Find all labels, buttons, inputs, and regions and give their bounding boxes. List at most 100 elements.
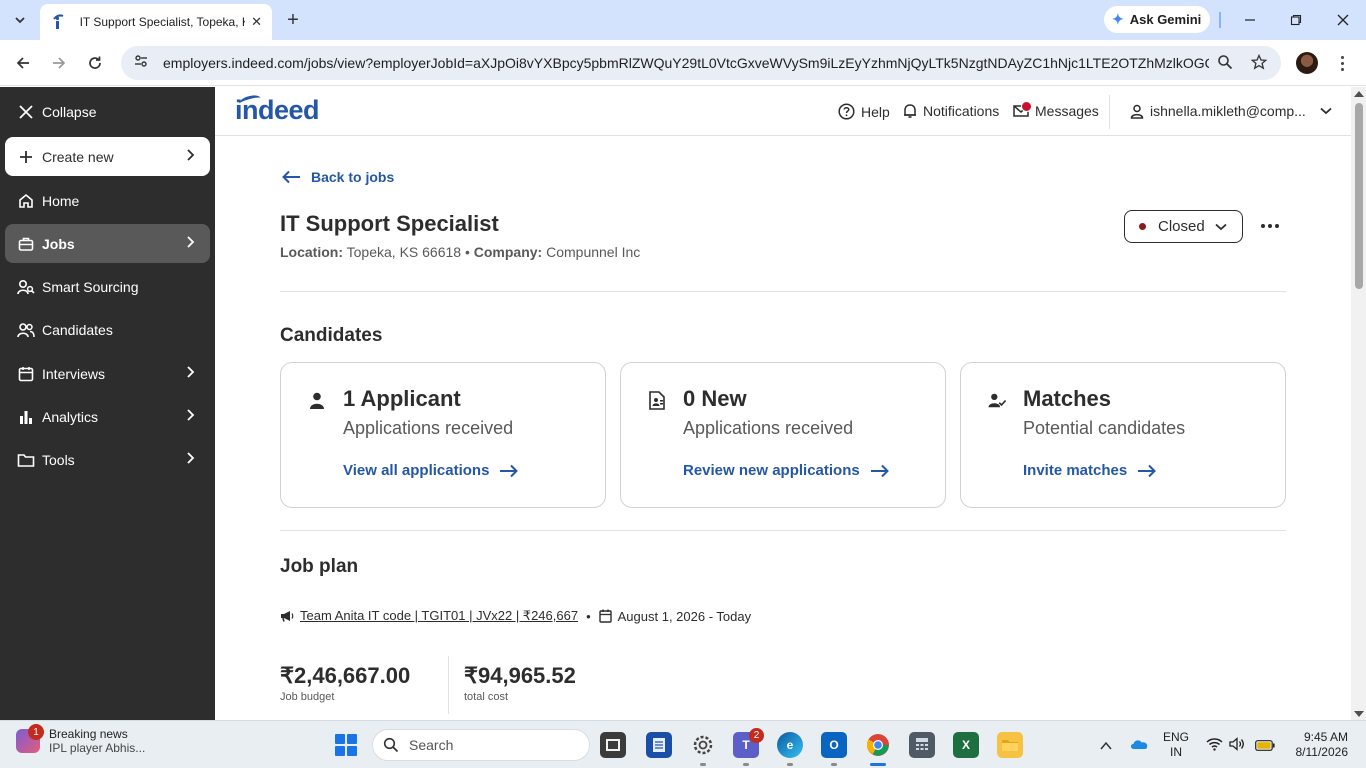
teams-badge: 2 <box>749 728 764 743</box>
review-new-applications-link[interactable]: Review new applications <box>683 462 890 479</box>
budget-divider <box>448 656 449 714</box>
divider <box>280 291 1286 292</box>
lang-bottom: IN <box>1170 745 1182 759</box>
back-arrow-icon[interactable] <box>12 52 34 74</box>
scroll-up-arrow-icon[interactable] <box>1354 91 1364 97</box>
zoom-search-icon[interactable] <box>1217 54 1233 75</box>
input-language[interactable]: ENG IN <box>1163 730 1189 760</box>
job-status-dropdown[interactable]: Closed <box>1124 210 1243 243</box>
cost-amount: ₹94,965.52 <box>464 663 576 688</box>
address-bar[interactable]: employers.indeed.com/jobs/view?employerJ… <box>121 46 1281 80</box>
tab-search-button[interactable] <box>6 7 34 33</box>
briefcase-icon <box>16 234 36 254</box>
edge-browser-icon[interactable]: e <box>777 732 803 758</box>
app-running-indicator <box>700 763 706 766</box>
sidebar-item-analytics[interactable]: Analytics <box>5 397 210 436</box>
close-window-icon[interactable] <box>1333 10 1353 30</box>
back-to-jobs-link[interactable]: Back to jobs <box>281 169 394 185</box>
sidebar-item-candidates[interactable]: Candidates <box>5 310 210 349</box>
notes-app-icon[interactable] <box>646 732 672 758</box>
sidebar-item-home[interactable]: Home <box>5 181 210 220</box>
campaign-link[interactable]: Team Anita IT code | TGIT01 | JVx22 | ₹2… <box>300 608 578 624</box>
chevron-up-icon[interactable] <box>1100 738 1112 756</box>
windows-start-icon[interactable] <box>335 734 357 756</box>
view-all-applications-link[interactable]: View all applications <box>343 462 519 479</box>
reload-icon[interactable] <box>84 52 106 74</box>
forward-arrow-icon[interactable] <box>48 52 70 74</box>
new-tab-button[interactable]: + <box>282 9 304 31</box>
app-running-indicator <box>787 763 793 766</box>
search-icon <box>383 737 399 753</box>
home-icon <box>16 191 36 211</box>
company-label: Company: <box>473 244 543 260</box>
invite-matches-link[interactable]: Invite matches <box>1023 462 1157 479</box>
wifi-icon[interactable] <box>1206 737 1223 756</box>
sidebar-collapse[interactable]: Collapse <box>5 92 210 131</box>
outlook-icon[interactable]: O <box>821 732 847 758</box>
browser-menu-icon[interactable] <box>1334 52 1350 74</box>
help-link[interactable]: Help <box>838 103 890 120</box>
ask-gemini-button[interactable]: ✦ Ask Gemini <box>1104 6 1210 33</box>
chrome-icon[interactable] <box>865 732 891 758</box>
browser-tab-active[interactable]: IT Support Specialist, Topeka, K ✕ <box>40 4 272 40</box>
bar-chart-icon <box>16 407 36 427</box>
task-view-icon[interactable] <box>600 732 626 758</box>
browser-profile-avatar[interactable] <box>1296 52 1318 74</box>
sidebar-item-label: Smart Sourcing <box>42 278 139 295</box>
people-icon <box>16 320 36 340</box>
onedrive-cloud-icon[interactable] <box>1129 737 1149 755</box>
create-new-button[interactable]: Create new <box>5 137 210 176</box>
lang-top: ENG <box>1163 730 1190 744</box>
gemini-label: Ask Gemini <box>1129 12 1202 27</box>
card-subtitle: Applications received <box>683 418 854 438</box>
card-link-label: Invite matches <box>1023 462 1128 479</box>
chevron-right-icon <box>186 365 196 382</box>
file-explorer-icon[interactable] <box>997 732 1023 758</box>
sidebar-item-tools[interactable]: Tools <box>5 440 210 479</box>
applicants-card: 1 Applicant Applications received View a… <box>280 362 606 508</box>
taskbar-search[interactable]: Search <box>372 729 590 761</box>
news-subtitle: IPL player Abhis... <box>49 741 146 755</box>
sidebar-item-jobs[interactable]: Jobs <box>5 224 210 263</box>
minimize-window-icon[interactable] <box>1240 10 1260 30</box>
sidebar-item-label: Candidates <box>42 321 113 338</box>
help-circle-icon <box>838 103 855 120</box>
card-subtitle: Applications received <box>343 418 514 438</box>
indeed-logo[interactable]: indeed <box>235 93 320 126</box>
card-link-label: Review new applications <box>683 462 860 479</box>
budget-label: Job budget <box>280 691 335 703</box>
plan-separator: • <box>586 608 591 624</box>
settings-gear-icon[interactable] <box>690 732 716 758</box>
scrollbar-thumb[interactable] <box>1355 103 1363 289</box>
bell-icon <box>903 103 917 119</box>
sidebar-item-smart-sourcing[interactable]: Smart Sourcing <box>5 267 210 306</box>
excel-icon[interactable]: X <box>953 732 979 758</box>
main-content: indeed Help Notifications Messages ishne… <box>215 87 1351 720</box>
volume-icon[interactable] <box>1229 737 1245 756</box>
battery-icon[interactable] <box>1255 738 1275 756</box>
restore-window-icon[interactable] <box>1286 10 1306 30</box>
app-running-indicator <box>743 763 749 766</box>
chevron-right-icon <box>186 408 196 425</box>
system-clock[interactable]: 9:45 AM 8/11/2026 <box>1286 730 1349 760</box>
calculator-icon[interactable] <box>909 732 935 758</box>
person-icon <box>308 391 326 409</box>
sidebar-item-label: Home <box>42 192 80 209</box>
card-count: 1 Applicant <box>343 386 461 411</box>
sidebar-item-interviews[interactable]: Interviews <box>5 354 210 393</box>
calendar-icon <box>16 364 36 384</box>
bookmark-star-icon[interactable] <box>1250 53 1268 75</box>
site-settings-icon[interactable] <box>133 53 149 74</box>
scroll-down-arrow-icon[interactable] <box>1354 711 1364 717</box>
create-new-label: Create new <box>42 148 114 165</box>
notifications-link[interactable]: Notifications <box>903 103 999 119</box>
account-menu[interactable]: ishnella.mikleth@comp... <box>1130 103 1332 119</box>
news-widget[interactable]: 1 Breaking news IPL player Abhis... <box>16 724 146 755</box>
help-label: Help <box>861 103 890 120</box>
close-tab-icon[interactable]: ✕ <box>251 14 262 30</box>
notifications-label: Notifications <box>923 103 1000 119</box>
megaphone-icon <box>280 610 294 622</box>
arrow-right-icon <box>870 464 890 478</box>
page-scrollbar[interactable] <box>1351 87 1366 720</box>
more-options-icon[interactable] <box>1261 218 1279 234</box>
